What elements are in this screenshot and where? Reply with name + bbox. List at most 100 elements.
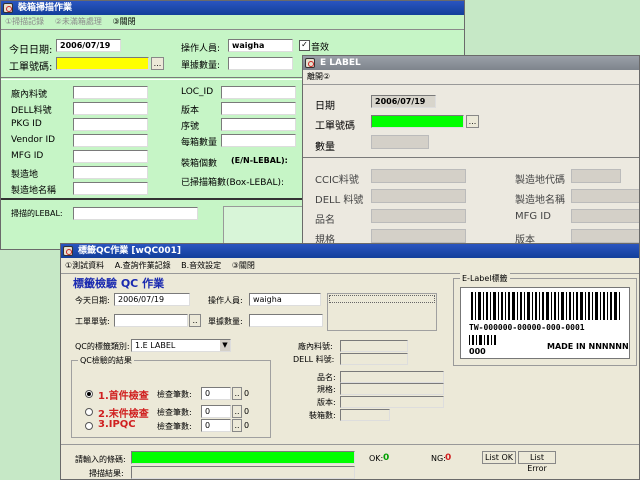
order-label: 工單號碼 <box>315 121 355 132</box>
radio-last-check[interactable] <box>85 408 93 416</box>
field-label-origin: 製造地 <box>11 170 39 180</box>
qc-result-group-label: QC檢驗的結果 <box>78 355 134 366</box>
field-label-serial: 序號 <box>181 122 200 132</box>
input-divider <box>61 444 639 445</box>
name-field[interactable] <box>371 209 466 223</box>
chevron-down-icon[interactable]: ▼ <box>220 340 230 351</box>
order-input[interactable] <box>56 57 149 70</box>
info-label-name: 品名: <box>317 373 336 382</box>
field-label-vendor: Vendor ID <box>11 135 56 145</box>
version-field[interactable] <box>571 229 639 243</box>
scan-result-label: 掃描結果: <box>89 469 124 478</box>
origin-name-field[interactable] <box>73 182 148 195</box>
dell-field[interactable] <box>73 102 148 115</box>
menu-scan-log[interactable]: ①掃描記錄 <box>5 17 44 26</box>
list-ok-button[interactable]: List OK <box>482 451 516 464</box>
window-title: 標籤QC作業 [wQC001] <box>78 246 181 256</box>
status-text-box <box>327 293 437 331</box>
info-part-field <box>340 340 408 352</box>
elabel-menubar: 離開② <box>303 70 639 83</box>
menu-unfilled[interactable]: ②未滿箱處理 <box>55 17 102 26</box>
menu-close[interactable]: ③關閉 <box>232 261 255 270</box>
barcode-text: TW-000000-00000-000-0001 <box>469 323 585 332</box>
date-label: 今日日期: <box>9 45 53 56</box>
origin-code-label: 製造地代碼 <box>515 175 565 186</box>
sound-checkbox[interactable]: ✓ <box>299 40 310 51</box>
menu-exit[interactable]: 離開② <box>307 72 330 81</box>
qty-field[interactable] <box>371 135 429 149</box>
date-field[interactable]: 2006/07/19 <box>114 293 190 306</box>
order-label: 工單單號: <box>75 317 110 326</box>
pack-count-suffix: (E/N-LEBAL): <box>231 156 288 165</box>
dell-field[interactable] <box>371 189 466 203</box>
elabel-card: TW-000000-00000-000-0001 000 MADE IN NNN… <box>460 287 630 359</box>
barcode-image-small <box>469 335 496 345</box>
order-input[interactable] <box>114 314 188 327</box>
spec-field[interactable] <box>371 229 466 243</box>
menu-query-log[interactable]: A.查詢作業記錄 <box>115 261 171 270</box>
scan-input[interactable] <box>73 207 198 220</box>
info-name-field <box>340 371 444 383</box>
operator-field[interactable]: waigha <box>228 39 293 52</box>
date-label: 日期 <box>315 101 335 112</box>
last-count-button[interactable]: .. <box>232 405 242 418</box>
operator-field[interactable]: waigha <box>249 293 321 306</box>
ok-label: OK: <box>369 454 384 463</box>
mfg-field[interactable] <box>73 150 148 163</box>
qty-field[interactable] <box>249 314 323 327</box>
order-input[interactable] <box>371 115 464 128</box>
pkg-field[interactable] <box>73 118 148 131</box>
date-field[interactable]: 2006/07/19 <box>56 39 121 52</box>
order-browse-button[interactable]: ... <box>151 57 164 70</box>
date-field[interactable]: 2006/07/19 <box>371 95 436 108</box>
field-label-version: 版本 <box>181 106 200 116</box>
menu-divider <box>61 273 639 274</box>
radio-first-label: 1.首件檢查 <box>98 391 149 402</box>
mfg-field[interactable] <box>571 209 639 223</box>
last-count-field[interactable]: 0 <box>201 405 231 418</box>
elabel-caption: E-Label標籤 <box>460 273 510 284</box>
field-label-part: 廠內料號 <box>11 90 48 100</box>
order-browse-button[interactable]: ... <box>466 115 479 128</box>
part-field[interactable] <box>73 86 148 99</box>
version-field[interactable] <box>221 102 296 115</box>
ipqc-count-label: 檢查筆數: <box>157 422 192 431</box>
qc-type-select[interactable]: 1.E LABEL ▼ <box>131 339 231 352</box>
ccic-field[interactable] <box>371 169 466 183</box>
ok-value: 0 <box>383 453 390 463</box>
first-count-button[interactable]: .. <box>232 387 242 400</box>
barcode-input[interactable] <box>131 451 355 464</box>
order-browse-button[interactable]: .. <box>189 314 201 327</box>
packing-scan-titlebar[interactable]: 裝箱掃描作業 <box>1 1 464 15</box>
barcode-input-label: 請輸入的條碼: <box>75 455 126 464</box>
ipqc-count-field[interactable]: 0 <box>201 419 231 432</box>
ipqc-count-button[interactable]: .. <box>232 419 242 432</box>
info-spec-field <box>340 383 444 395</box>
operator-label: 操作人員: <box>208 296 243 305</box>
field-label-origin-name: 製造地名稱 <box>11 186 57 196</box>
first-count-field[interactable]: 0 <box>201 387 231 400</box>
qty-field[interactable] <box>228 57 293 70</box>
ng-value: 0 <box>445 453 452 463</box>
list-error-button[interactable]: List Error <box>518 451 556 473</box>
per-box-field[interactable] <box>221 134 296 147</box>
radio-ipqc[interactable] <box>85 422 93 430</box>
radio-dot <box>87 392 91 396</box>
origin-field[interactable] <box>73 166 148 179</box>
qc-titlebar[interactable]: 標籤QC作業 [wQC001] <box>61 244 639 258</box>
origin-name-field[interactable] <box>571 189 639 203</box>
serial-field[interactable] <box>221 118 296 131</box>
menu-test-data[interactable]: ①測試資料 <box>65 261 104 270</box>
qc-type-label: QC的標籤類別: <box>75 342 130 351</box>
ipqc-count-extra: 0 <box>244 421 250 430</box>
order-label: 工單號碼: <box>9 62 53 73</box>
elabel-titlebar[interactable]: E LABEL <box>303 56 639 70</box>
menu-sound-settings[interactable]: B.音效設定 <box>181 261 221 270</box>
field-label-dell: DELL料號 <box>11 106 52 116</box>
app-icon <box>63 246 73 256</box>
radio-first-check[interactable] <box>85 390 93 398</box>
origin-code-field[interactable] <box>571 169 621 183</box>
menu-close[interactable]: ③關閉 <box>112 17 135 26</box>
loc-field[interactable] <box>221 86 296 99</box>
vendor-field[interactable] <box>73 134 148 147</box>
